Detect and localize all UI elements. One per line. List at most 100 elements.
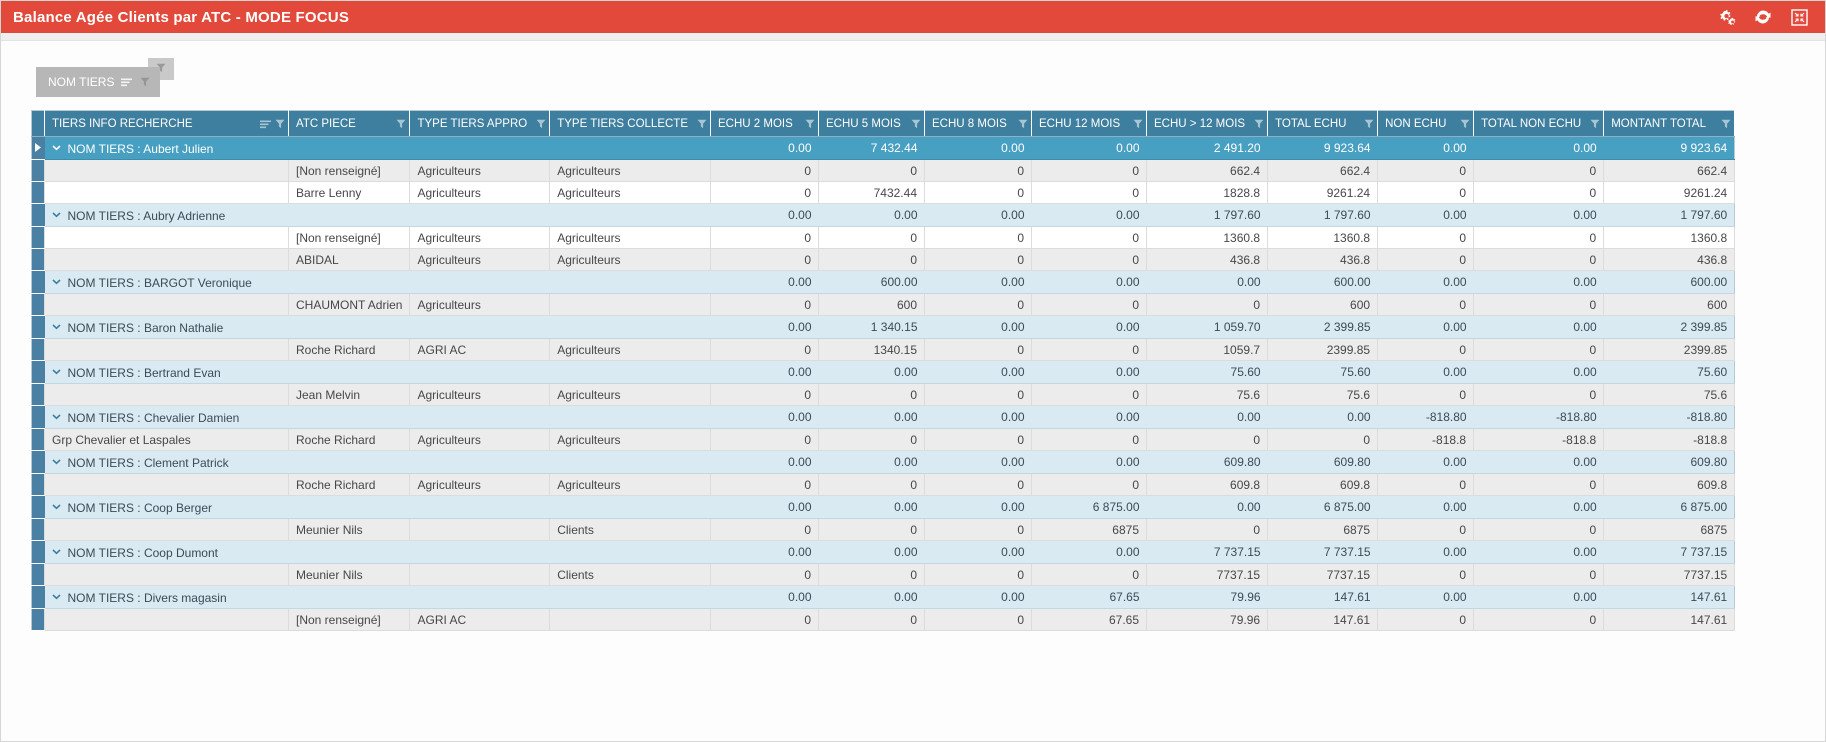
cell[interactable]: 79.96 <box>1147 586 1268 609</box>
group-row-label-cell[interactable]: NOM TIERS : Baron Nathalie <box>45 316 711 339</box>
cell[interactable]: 0.00 <box>1378 496 1474 519</box>
cell[interactable] <box>45 182 289 204</box>
group-row-label-cell[interactable]: NOM TIERS : Aubert Julien <box>45 137 711 160</box>
cell[interactable]: 9261.24 <box>1268 182 1378 204</box>
cell[interactable]: 0.00 <box>1378 586 1474 609</box>
filter-icon[interactable] <box>1460 119 1470 129</box>
cell[interactable]: 0.00 <box>819 541 925 564</box>
cell[interactable]: 9 923.64 <box>1268 137 1378 160</box>
cell[interactable]: 0 <box>1378 384 1474 406</box>
cell[interactable]: 0 <box>711 160 819 182</box>
cell[interactable]: 0 <box>925 429 1032 451</box>
collapse-chevron-icon[interactable] <box>52 212 61 218</box>
cell[interactable]: 0 <box>1378 249 1474 271</box>
collapse-chevron-icon[interactable] <box>52 549 61 555</box>
cell[interactable]: 67.65 <box>1032 586 1147 609</box>
cell[interactable]: 0 <box>1032 249 1147 271</box>
cell[interactable]: 662.4 <box>1604 160 1735 182</box>
cell[interactable]: 0.00 <box>1032 137 1147 160</box>
cell[interactable] <box>45 339 289 361</box>
cell[interactable]: 0 <box>819 519 925 541</box>
cell[interactable]: -818.80 <box>1378 406 1474 429</box>
cell[interactable]: 0.00 <box>819 451 925 474</box>
cell[interactable] <box>410 564 550 586</box>
cell[interactable]: Barre Lenny <box>289 182 410 204</box>
cell[interactable]: 609.8 <box>1268 474 1378 496</box>
cell[interactable]: 0.00 <box>1378 361 1474 384</box>
filter-icon[interactable] <box>911 119 921 129</box>
collapse-chevron-icon[interactable] <box>52 145 61 151</box>
cell[interactable]: 0 <box>1474 339 1604 361</box>
cell[interactable]: 0 <box>819 384 925 406</box>
cell[interactable]: Agriculteurs <box>410 182 550 204</box>
cell[interactable]: 0.00 <box>1378 316 1474 339</box>
cell[interactable]: 0 <box>1032 294 1147 316</box>
cell[interactable]: 0.00 <box>1032 204 1147 227</box>
cell[interactable]: 7 737.15 <box>1147 541 1268 564</box>
detail-row[interactable]: Barre LennyAgriculteursAgriculteurs07432… <box>32 182 1735 204</box>
detail-row[interactable]: Meunier NilsClients000687506875006875 <box>32 519 1735 541</box>
cell[interactable] <box>45 384 289 406</box>
filter-icon[interactable] <box>275 119 285 129</box>
column-header-echu-12-mois[interactable]: ECHU > 12 MOIS <box>1147 111 1268 137</box>
cell[interactable]: 0 <box>925 339 1032 361</box>
cell[interactable]: 0.00 <box>1378 137 1474 160</box>
cell[interactable]: 0.00 <box>1032 406 1147 429</box>
collapse-chevron-icon[interactable] <box>52 594 61 600</box>
cell[interactable] <box>550 609 711 631</box>
cell[interactable]: 9 923.64 <box>1604 137 1735 160</box>
cell[interactable]: 0 <box>1378 182 1474 204</box>
cell[interactable]: 609.8 <box>1147 474 1268 496</box>
cell[interactable]: 1 797.60 <box>1147 204 1268 227</box>
cell[interactable]: 0.00 <box>1378 271 1474 294</box>
cell[interactable]: 7737.15 <box>1604 564 1735 586</box>
cell[interactable]: 0 <box>1032 227 1147 249</box>
cell[interactable]: 0.00 <box>1147 496 1268 519</box>
cell[interactable]: 0.00 <box>1032 271 1147 294</box>
cell[interactable]: 7737.15 <box>1147 564 1268 586</box>
cell[interactable]: 0 <box>819 160 925 182</box>
filter-icon[interactable] <box>396 119 406 129</box>
cell[interactable]: [Non renseigné] <box>289 160 410 182</box>
cell[interactable]: 0.00 <box>1147 271 1268 294</box>
cell[interactable]: Roche Richard <box>289 429 410 451</box>
cell[interactable]: 0.00 <box>925 496 1032 519</box>
cell[interactable]: 0 <box>925 227 1032 249</box>
cell[interactable]: 0.00 <box>1378 451 1474 474</box>
cell[interactable]: -818.8 <box>1604 429 1735 451</box>
collapse-chevron-icon[interactable] <box>52 324 61 330</box>
cell[interactable]: 0 <box>711 384 819 406</box>
cell[interactable]: 0 <box>925 384 1032 406</box>
cell[interactable]: -818.80 <box>1474 406 1604 429</box>
cell[interactable]: 0 <box>711 227 819 249</box>
cell[interactable]: 2 399.85 <box>1268 316 1378 339</box>
cell[interactable]: 0 <box>1032 564 1147 586</box>
cell[interactable]: 75.6 <box>1268 384 1378 406</box>
cell[interactable]: 600.00 <box>819 271 925 294</box>
cell[interactable]: 0.00 <box>711 204 819 227</box>
group-row-label-cell[interactable]: NOM TIERS : Aubry Adrienne <box>45 204 711 227</box>
cell[interactable]: 0 <box>1474 474 1604 496</box>
filter-icon[interactable] <box>1254 119 1264 129</box>
cell[interactable]: Agriculteurs <box>410 384 550 406</box>
cell[interactable]: 6 875.00 <box>1032 496 1147 519</box>
cell[interactable]: -818.8 <box>1474 429 1604 451</box>
column-header-total-non-echu[interactable]: TOTAL NON ECHU <box>1474 111 1604 137</box>
cell[interactable]: 0 <box>925 294 1032 316</box>
group-row-label-cell[interactable]: NOM TIERS : BARGOT Veronique <box>45 271 711 294</box>
cell[interactable]: 0.00 <box>925 361 1032 384</box>
cell[interactable]: 0.00 <box>819 204 925 227</box>
cell[interactable]: 6875 <box>1268 519 1378 541</box>
cell[interactable]: [Non renseigné] <box>289 609 410 631</box>
cell[interactable]: 609.8 <box>1604 474 1735 496</box>
cell[interactable] <box>410 519 550 541</box>
column-header-tiers-info-recherche[interactable]: TIERS INFO RECHERCHE <box>45 111 289 137</box>
cell[interactable]: 0.00 <box>819 496 925 519</box>
collapse-chevron-icon[interactable] <box>52 414 61 420</box>
cell[interactable]: 75.60 <box>1604 361 1735 384</box>
detail-row[interactable]: ABIDALAgriculteursAgriculteurs0000436.84… <box>32 249 1735 271</box>
cell[interactable]: 2399.85 <box>1604 339 1735 361</box>
cell[interactable]: 0 <box>1474 249 1604 271</box>
detail-row[interactable]: Roche RichardAgriculteursAgriculteurs000… <box>32 474 1735 496</box>
collapse-panel-icon[interactable] <box>1789 7 1809 27</box>
